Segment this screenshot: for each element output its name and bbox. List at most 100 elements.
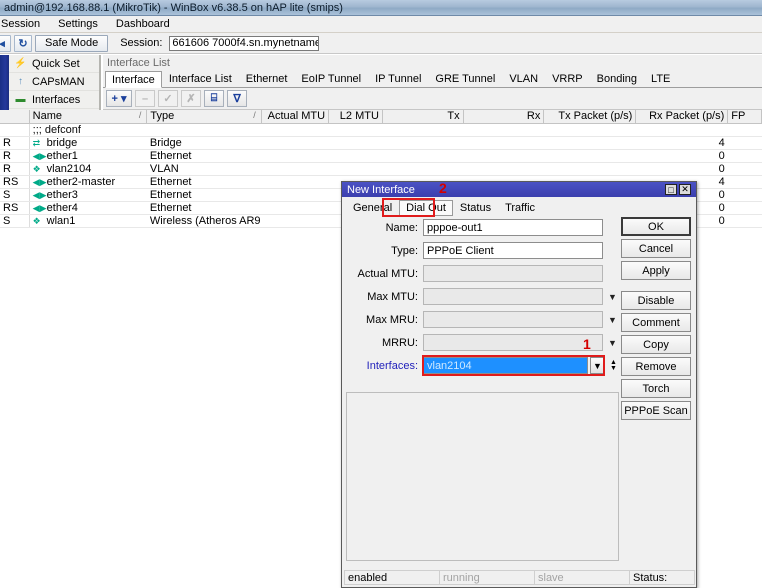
pppoe-scan-button[interactable]: PPPoE Scan	[621, 401, 691, 420]
tab-interface-list[interactable]: Interface List	[162, 70, 239, 87]
column-header-label: L2 MTU	[339, 110, 379, 123]
cell-type: Ethernet	[146, 188, 262, 202]
column-header-name[interactable]: Name /	[29, 110, 148, 124]
session-input[interactable]: 661606 7000f4.sn.mynetname.net	[169, 35, 320, 51]
chevron-down-icon[interactable]: ▼	[606, 311, 619, 328]
cell-name: ⇄ bridge	[29, 136, 147, 150]
cancel-button[interactable]: Cancel	[621, 239, 691, 258]
tab-lte[interactable]: LTE	[644, 70, 677, 87]
remove-button[interactable]: Remove	[621, 357, 691, 376]
dialog-tab-general[interactable]: General	[346, 200, 399, 216]
input-mrru	[423, 334, 603, 351]
cell-name: ❖ wlan1	[29, 214, 147, 228]
table-row[interactable]: R ⇄ bridge Bridge 4	[0, 136, 762, 150]
table-row[interactable]: R ❖ vlan2104 VLAN 0	[0, 162, 762, 176]
cell-tx_pps	[543, 149, 636, 163]
field-row-max-mtu: Max MTU: ▼	[346, 288, 619, 305]
column-header-tx[interactable]: Tx	[382, 110, 464, 124]
column-header-l2_mtu[interactable]: L2 MTU	[328, 110, 383, 124]
row-flags	[0, 123, 30, 137]
tab-ip-tunnel[interactable]: IP Tunnel	[368, 70, 428, 87]
refresh-icon[interactable]: ↻	[14, 34, 32, 52]
sidebar-item-interfaces[interactable]: ▬ Interfaces	[9, 91, 99, 109]
tab-ethernet[interactable]: Ethernet	[239, 70, 295, 87]
input-max-mru	[423, 311, 603, 328]
close-icon[interactable]: ✕	[679, 184, 691, 195]
field-caret-spacer	[606, 219, 619, 236]
input-name[interactable]: pppoe-out1	[423, 219, 603, 236]
workspace: WinBox ⚡Quick Set↑CAPsMAN▬Interfaces↑Wir…	[0, 55, 762, 588]
dialog-tab-traffic[interactable]: Traffic	[498, 200, 542, 216]
comment-button[interactable]: Comment	[621, 313, 691, 332]
cell-l2_mtu	[328, 149, 383, 163]
copy-button[interactable]: Copy	[621, 335, 691, 354]
column-header-tx_pps[interactable]: Tx Packet (p/s)	[543, 110, 637, 124]
annotation-badge-2: 2	[439, 180, 447, 196]
safe-mode-button[interactable]: Safe Mode	[35, 34, 109, 52]
cell-name: ◀▶ether2-master	[29, 175, 147, 189]
table-comment-row[interactable]: ;;; defconf	[0, 123, 762, 137]
cell-type: Ethernet	[146, 175, 262, 189]
cell-actual_mtu	[261, 214, 329, 228]
tab-vrrp[interactable]: VRRP	[545, 70, 590, 87]
sidebar-item-label: CAPsMAN	[32, 75, 85, 88]
interfaces-spinner-icon[interactable]: ▲ ▼	[608, 357, 619, 374]
menu-item-session[interactable]: Session	[0, 16, 49, 32]
chevron-down-icon[interactable]: ▼	[606, 334, 619, 351]
menubar: Session Settings Dashboard	[0, 16, 762, 33]
cell-name-text: ether1	[46, 149, 78, 162]
main-toolbar: ◂ ↻ Safe Mode Session: 661606 7000f4.sn.…	[0, 33, 762, 54]
tab-bonding[interactable]: Bonding	[590, 70, 644, 87]
tab-eoip-tunnel[interactable]: EoIP Tunnel	[294, 70, 368, 87]
column-header-label: Type	[150, 110, 175, 123]
session-label: Session:	[120, 37, 163, 49]
tab-gre-tunnel[interactable]: GRE Tunnel	[428, 70, 502, 87]
dialog-tab-status[interactable]: Status	[453, 200, 498, 216]
dialog-tab-dial-out[interactable]: Dial Out	[399, 200, 453, 216]
sidebar-item-capsman[interactable]: ↑ CAPsMAN	[9, 73, 99, 91]
menu-item-dashboard[interactable]: Dashboard	[107, 16, 179, 32]
cell-l2_mtu	[328, 136, 383, 150]
tab-vlan[interactable]: VLAN	[502, 70, 545, 87]
interfaces-dropdown-icon[interactable]: ▼	[590, 357, 605, 374]
input-type[interactable]: PPPoE Client	[423, 242, 603, 259]
cell-fp	[727, 201, 762, 215]
back-arrow-icon[interactable]: ◂	[0, 34, 11, 52]
cell-fp	[727, 175, 762, 189]
label-mrru: MRRU:	[381, 336, 418, 349]
column-header-type[interactable]: Type /	[146, 110, 262, 124]
column-header-rx[interactable]: Rx	[463, 110, 545, 124]
column-header-flags[interactable]	[0, 110, 30, 124]
chevron-down-icon[interactable]: ▼	[606, 288, 619, 305]
comment-icon[interactable]: ⌸	[204, 90, 224, 107]
torch-button[interactable]: Torch	[621, 379, 691, 398]
field-caret-spacer	[606, 265, 619, 282]
cell-name: ◀▶ether4	[29, 201, 147, 215]
ok-button[interactable]: OK	[621, 217, 691, 236]
label-actual-mtu: Actual MTU:	[357, 267, 418, 280]
dialog-titlebar[interactable]: New Interface 2 □ ✕	[342, 180, 696, 197]
cell-rx	[463, 149, 544, 163]
column-header-actual_mtu[interactable]: Actual MTU	[261, 110, 330, 124]
cell-l2_mtu	[328, 162, 383, 176]
apply-button[interactable]: Apply	[621, 261, 691, 280]
field-row-mrru: MRRU: ▼	[346, 334, 619, 351]
column-header-rx_pps[interactable]: Rx Packet (p/s)	[635, 110, 729, 124]
tab-interface[interactable]: Interface	[105, 71, 162, 88]
maximize-icon[interactable]: □	[665, 184, 677, 195]
window-title: admin@192.168.88.1 (MikroTik) - WinBox v…	[4, 1, 343, 14]
sidebar-item-quick-set[interactable]: ⚡ Quick Set	[9, 55, 99, 73]
label-max-mru: Max MRU:	[366, 313, 418, 326]
menu-item-settings[interactable]: Settings	[49, 16, 107, 32]
filter-icon[interactable]: ∇	[227, 90, 247, 107]
cell-name-text: ether3	[46, 188, 78, 201]
column-header-label: Actual MTU	[267, 110, 326, 123]
table-row[interactable]: R ◀▶ether1 Ethernet 0	[0, 149, 762, 163]
cell-actual_mtu	[261, 149, 329, 163]
interfaces-input[interactable]: vlan2104	[423, 357, 588, 374]
column-header-fp[interactable]: FP	[727, 110, 762, 124]
add-icon[interactable]: + ▾	[106, 90, 132, 107]
interfaces-icon: ▬	[15, 94, 26, 105]
disable-button[interactable]: Disable	[621, 291, 691, 310]
dialog-status-bar: enabled running slave Status:	[344, 570, 695, 585]
